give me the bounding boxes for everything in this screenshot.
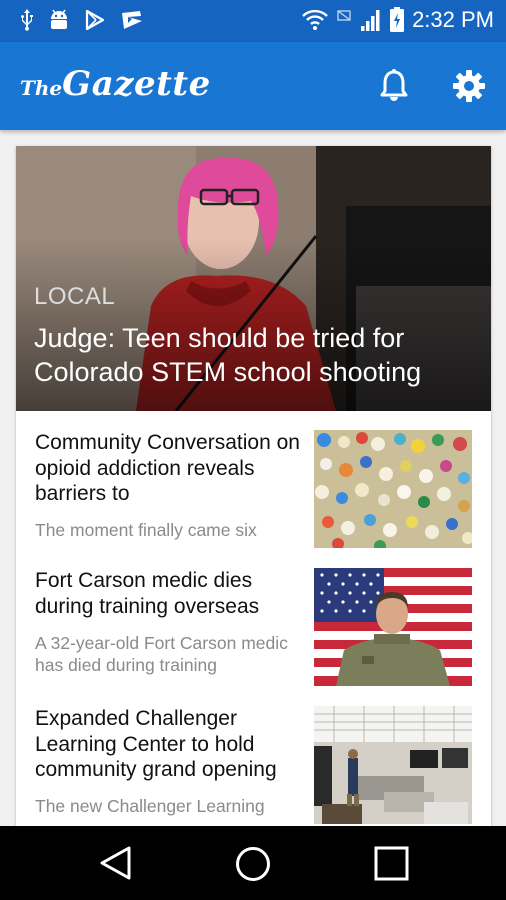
usb-icon xyxy=(21,9,33,31)
back-icon[interactable] xyxy=(98,845,134,881)
notification-icons xyxy=(20,8,144,32)
system-icons: 2:32 PM xyxy=(302,7,494,33)
story-item[interactable]: Expanded Challenger Learning Center to h… xyxy=(16,706,491,836)
hero-section-label: LOCAL xyxy=(34,283,116,310)
signal-icon xyxy=(361,10,380,31)
story-headline: Expanded Challenger Learning Center to h… xyxy=(35,707,277,781)
battery-charging-icon xyxy=(390,7,405,32)
story-summary: The moment finally came six xyxy=(35,520,257,540)
story-thumbnail xyxy=(314,706,472,824)
hero-story[interactable]: LOCAL Judge: Teen should be tried for Co… xyxy=(16,146,491,411)
recents-icon[interactable] xyxy=(374,846,409,881)
play-store-icon xyxy=(85,9,105,31)
gazette-logo[interactable]: TheGazette xyxy=(20,64,211,104)
wifi-icon xyxy=(302,9,328,30)
hero-headline: Judge: Teen should be tried for Colorado… xyxy=(34,323,422,387)
play-movies-icon xyxy=(122,11,142,29)
android-icon xyxy=(51,9,67,29)
story-thumbnail xyxy=(314,430,472,548)
clock: 2:32 PM xyxy=(412,7,494,32)
story-headline: Fort Carson medic dies during training o… xyxy=(35,569,260,618)
logo-name: Gazette xyxy=(62,64,211,104)
home-icon[interactable] xyxy=(234,845,272,883)
story-summary: The new Challenger Learning xyxy=(35,796,265,816)
story-item[interactable]: Community Conversation on opioid addicti… xyxy=(16,430,491,568)
no-sim-icon xyxy=(337,10,351,21)
story-item[interactable]: Fort Carson medic dies during training o… xyxy=(16,568,491,706)
gear-icon[interactable] xyxy=(449,66,489,106)
app-bar: TheGazette xyxy=(0,42,506,130)
bell-icon[interactable] xyxy=(374,66,414,106)
logo-the: The xyxy=(20,76,63,100)
story-thumbnail xyxy=(314,568,472,686)
news-card: LOCAL Judge: Teen should be tried for Co… xyxy=(16,146,491,836)
story-summary: A 32-year-old Fort Carson medic has died… xyxy=(35,633,288,675)
story-headline: Community Conversation on opioid addicti… xyxy=(35,431,300,505)
status-bar: 2:32 PM xyxy=(0,0,506,42)
navigation-bar xyxy=(0,826,506,900)
